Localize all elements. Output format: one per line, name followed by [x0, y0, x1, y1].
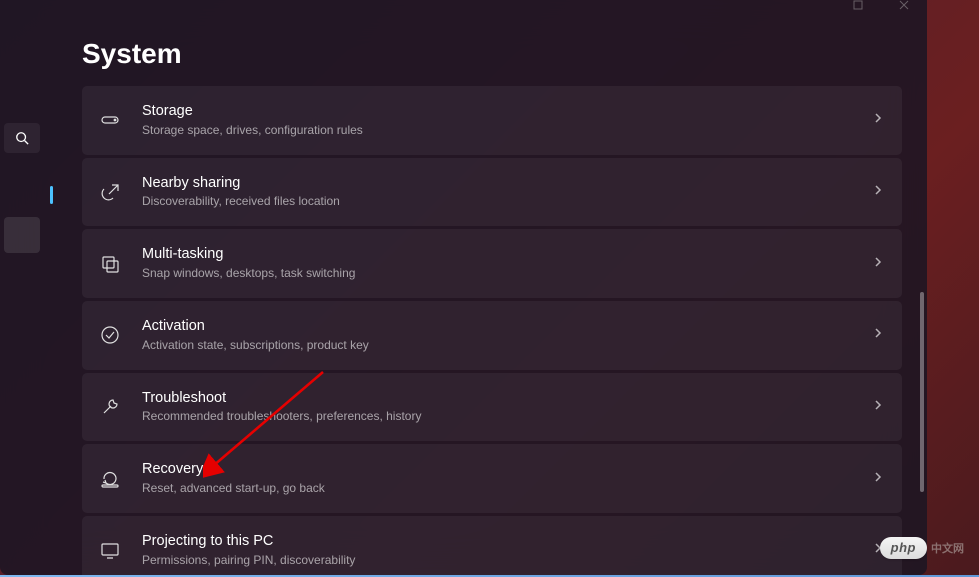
item-recovery[interactable]: Recovery Reset, advanced start-up, go ba…: [82, 444, 902, 513]
item-title: Storage: [142, 102, 872, 121]
item-storage[interactable]: Storage Storage space, drives, configura…: [82, 86, 902, 155]
item-desc: Storage space, drives, configuration rul…: [142, 122, 872, 139]
search-button[interactable]: [4, 123, 40, 153]
item-text: Projecting to this PC Permissions, pairi…: [142, 532, 872, 569]
sidebar-item-system[interactable]: [4, 217, 40, 253]
scrollbar-thumb[interactable]: [920, 292, 924, 492]
item-title: Troubleshoot: [142, 389, 872, 408]
chevron-right-icon: [872, 398, 884, 416]
sidebar-item[interactable]: [4, 179, 40, 215]
item-activation[interactable]: Activation Activation state, subscriptio…: [82, 301, 902, 370]
watermark-suffix: 中文网: [931, 543, 964, 555]
share-icon: [100, 182, 120, 202]
item-desc: Discoverability, received files location: [142, 193, 872, 210]
chevron-right-icon: [872, 470, 884, 488]
check-circle-icon: [100, 325, 120, 345]
settings-window: System Storage Storage space, drives, co…: [0, 0, 927, 575]
item-text: Recovery Reset, advanced start-up, go ba…: [142, 460, 872, 497]
item-text: Activation Activation state, subscriptio…: [142, 317, 872, 354]
item-title: Activation: [142, 317, 872, 336]
item-troubleshoot[interactable]: Troubleshoot Recommended troubleshooters…: [82, 373, 902, 442]
search-icon: [15, 131, 29, 145]
projecting-icon: [100, 540, 120, 560]
item-desc: Permissions, pairing PIN, discoverabilit…: [142, 552, 872, 569]
wrench-icon: [100, 397, 120, 417]
item-title: Projecting to this PC: [142, 532, 872, 551]
item-desc: Reset, advanced start-up, go back: [142, 480, 872, 497]
content-area: System Storage Storage space, drives, co…: [44, 0, 927, 575]
titlebar-controls: [835, 0, 927, 14]
chevron-right-icon: [872, 255, 884, 273]
item-desc: Snap windows, desktops, task switching: [142, 265, 872, 282]
chevron-right-icon: [872, 183, 884, 201]
recovery-icon: [100, 469, 120, 489]
item-title: Multi-tasking: [142, 245, 872, 264]
item-multi-tasking[interactable]: Multi-tasking Snap windows, desktops, ta…: [82, 229, 902, 298]
scrollbar[interactable]: [920, 80, 924, 510]
settings-list: Storage Storage space, drives, configura…: [82, 86, 902, 575]
item-projecting[interactable]: Projecting to this PC Permissions, pairi…: [82, 516, 902, 575]
multitask-icon: [100, 254, 120, 274]
watermark: php 中文网: [880, 539, 964, 557]
item-nearby-sharing[interactable]: Nearby sharing Discoverability, received…: [82, 158, 902, 227]
item-text: Nearby sharing Discoverability, received…: [142, 174, 872, 211]
storage-icon: [100, 110, 120, 130]
item-text: Troubleshoot Recommended troubleshooters…: [142, 389, 872, 426]
item-desc: Activation state, subscriptions, product…: [142, 337, 872, 354]
item-text: Multi-tasking Snap windows, desktops, ta…: [142, 245, 872, 282]
chevron-right-icon: [872, 326, 884, 344]
page-title: System: [82, 38, 902, 70]
item-title: Recovery: [142, 460, 872, 479]
sidebar: [0, 0, 44, 575]
watermark-brand: php: [891, 540, 916, 555]
nav-indicator: [50, 186, 53, 204]
close-button[interactable]: [881, 0, 927, 14]
maximize-button[interactable]: [835, 0, 881, 14]
chevron-right-icon: [872, 111, 884, 129]
item-desc: Recommended troubleshooters, preferences…: [142, 408, 872, 425]
item-title: Nearby sharing: [142, 174, 872, 193]
item-text: Storage Storage space, drives, configura…: [142, 102, 872, 139]
